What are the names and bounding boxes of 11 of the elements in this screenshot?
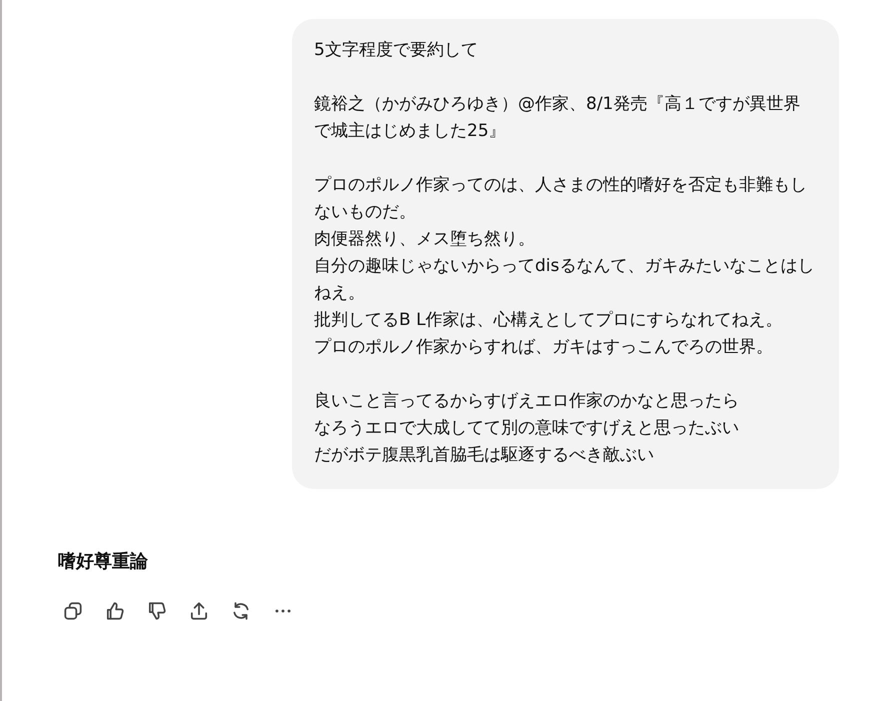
reply-text: 嗜好尊重論 — [58, 550, 148, 574]
message-line: 肉便器然り、メス堕ち然り。 — [314, 228, 536, 251]
message-line: プロのポルノ作家ってのは、人さまの性的嗜好を否定も非難もしないものだ。 — [314, 174, 808, 224]
message-line: 良いこと言ってるからすげえエロ作家のかなと思ったら — [314, 390, 740, 413]
message-line: プロのポルノ作家からすれば、ガキはすっこんでろの世界。 — [314, 336, 774, 359]
message-line: 批判してるB L作家は、心構えとしてプロにすらなれてねえ。 — [314, 309, 784, 332]
message-line: だがボテ腹黒乳首脇毛は駆逐するべき敵ぶい — [314, 444, 655, 467]
message-line: 自分の趣味じゃないからってdisるなんて、ガキみたいなことはしねえ。 — [314, 255, 816, 305]
message-line: なろうエロで大成してて別の意味ですげえと思ったぶい — [314, 417, 740, 440]
message-line: 鏡裕之（かがみひろゆき）@作家、8/1発売『高１ですが異世界で城主はじめました25』 — [314, 93, 802, 143]
message-line: 5文字程度で要約して — [314, 39, 479, 62]
